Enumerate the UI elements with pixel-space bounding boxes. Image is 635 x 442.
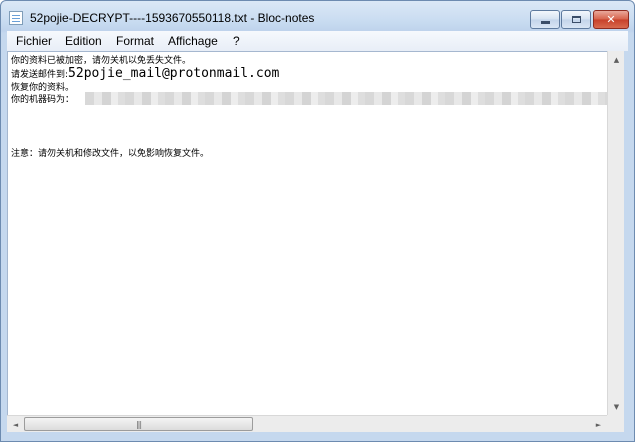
notepad-app-icon: [9, 11, 23, 25]
title-bar[interactable]: 52pojie-DECRYPT----1593670550118.txt - B…: [1, 1, 634, 33]
close-icon: ✕: [606, 13, 616, 26]
window-bottom-frame: [1, 432, 634, 441]
close-button[interactable]: ✕: [593, 10, 629, 29]
scroll-down-icon[interactable]: ▼: [608, 398, 625, 415]
menu-edition[interactable]: Edition: [65, 34, 102, 48]
horizontal-scroll-thumb[interactable]: |||: [24, 417, 253, 431]
menu-help[interactable]: ?: [233, 34, 240, 48]
menu-fichier[interactable]: Fichier: [16, 34, 52, 48]
text-line-5: 注意：请勿关机和修改文件，以免影响恢复文件。: [11, 149, 210, 159]
text-line-3: 恢复你的资料。: [11, 83, 75, 93]
maximize-icon: [571, 16, 581, 23]
menu-bar: Fichier Edition Format Affichage ?: [7, 31, 628, 51]
send-email-label: 请发送邮件到:: [11, 70, 69, 80]
grip-icon: |||: [135, 419, 142, 429]
redacted-machine-code: [85, 92, 608, 105]
minimize-icon: [540, 21, 550, 24]
window-title: 52pojie-DECRYPT----1593670550118.txt - B…: [30, 11, 315, 25]
text-line-2: 请发送邮件到:52pojie_mail@protonmail.com: [11, 66, 280, 81]
text-line-4: 你的机器码为：: [11, 95, 75, 105]
horizontal-scrollbar[interactable]: ◄ ||| ►: [7, 415, 607, 432]
vertical-scrollbar[interactable]: ▲ ▼: [607, 51, 624, 415]
text-editor[interactable]: 你的资料已被加密，请勿关机以免丢失文件。 请发送邮件到:52pojie_mail…: [7, 51, 608, 415]
minimize-button[interactable]: [530, 10, 560, 29]
notepad-window: 52pojie-DECRYPT----1593670550118.txt - B…: [0, 0, 635, 442]
scroll-right-icon[interactable]: ►: [590, 416, 607, 433]
menu-affichage[interactable]: Affichage: [168, 34, 218, 48]
email-address: 52pojie_mail@protonmail.com: [68, 66, 280, 81]
scrollbar-corner: [607, 415, 624, 432]
maximize-button[interactable]: [561, 10, 591, 29]
scroll-up-icon[interactable]: ▲: [608, 51, 625, 68]
menu-format[interactable]: Format: [116, 34, 154, 48]
scroll-left-icon[interactable]: ◄: [7, 416, 24, 433]
